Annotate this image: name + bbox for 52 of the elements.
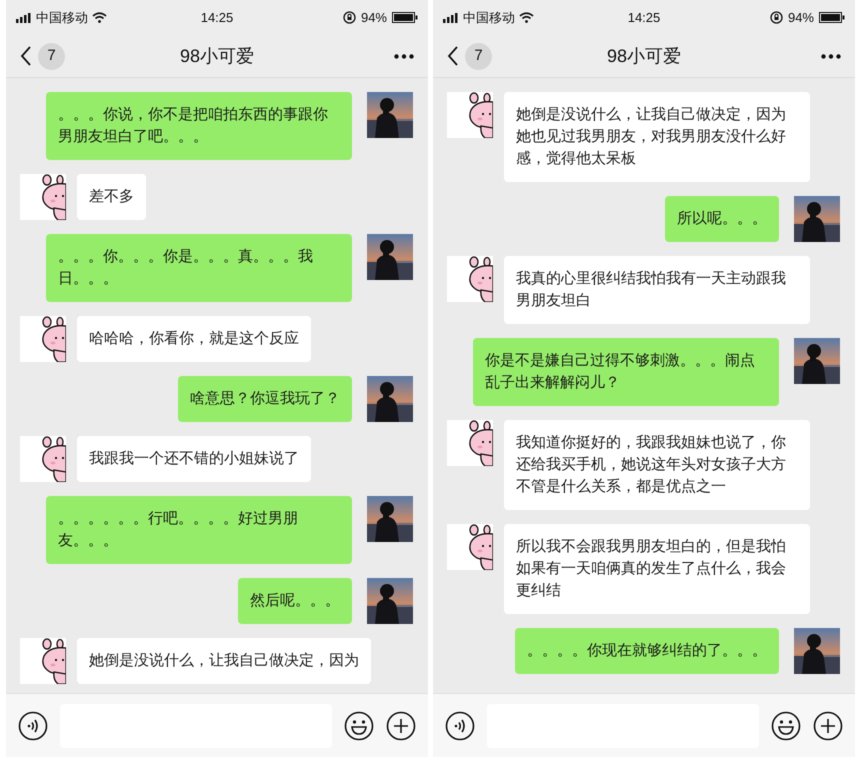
bunny-avatar-icon xyxy=(20,316,66,362)
message-bubble: 然后呢。。。 xyxy=(238,578,352,624)
message-bubble: 我真的心里很纠结我怕我有一天主动跟我男朋友坦白 xyxy=(504,256,810,324)
unread-count-badge: 7 xyxy=(465,42,492,70)
voice-icon[interactable] xyxy=(445,710,475,740)
rotation-lock-icon xyxy=(342,11,356,24)
back-icon[interactable] xyxy=(447,46,459,66)
message-bubble: 所以我不会跟我男朋友坦白的，但是我怕如果有一天咱俩真的发生了点什么，我会更纠结 xyxy=(504,524,810,614)
bunny-avatar-icon xyxy=(447,92,493,138)
battery-percent: 94% xyxy=(360,8,387,27)
message-bubble: 她倒是没说什么，让我自己做决定，因为 xyxy=(77,638,371,684)
message-bubble: 哈哈哈，你看你，就是这个反应 xyxy=(77,316,311,362)
bunny-avatar-icon xyxy=(20,638,66,684)
carrier-label: 中国移动 xyxy=(463,8,515,27)
plus-icon[interactable] xyxy=(813,710,843,740)
plus-icon[interactable] xyxy=(386,710,416,740)
more-icon[interactable] xyxy=(394,54,414,58)
status-time: 14:25 xyxy=(626,8,662,27)
message-bubble: 。。。。。。行吧。。。。好过男朋友。。。 xyxy=(46,496,352,564)
bunny-avatar-icon xyxy=(447,420,493,466)
bunny-avatar-icon xyxy=(447,524,493,570)
message-bubble: 她倒是没说什么，让我自己做决定，因为她也见过我男朋友，对我男朋友没什么好感，觉得他太呆板 xyxy=(504,92,810,182)
signal-icon xyxy=(443,12,459,22)
chat-title: 98小可爱 xyxy=(178,44,256,68)
more-icon[interactable] xyxy=(821,54,841,58)
signal-icon xyxy=(16,12,32,22)
message-bubble: 你是不是嫌自己过得不够刺激。。。闹点乱子出来解解闷儿？ xyxy=(473,338,779,406)
message-bubble: 。。。。你现在就够纠结的了。。。 xyxy=(515,628,779,674)
message-bubble: 我知道你挺好的，我跟我姐妹也说了，你还给我买手机，她说这年头对女孩子大方不管是什么关系，都是优点之一 xyxy=(504,420,810,510)
carrier-label: 中国移动 xyxy=(36,8,88,27)
message-bubble: 啥意思？你逗我玩了？ xyxy=(178,376,352,422)
message-bubble: 所以呢。。。 xyxy=(665,196,779,242)
battery-icon xyxy=(819,12,845,23)
battery-icon xyxy=(392,12,418,23)
bunny-avatar-icon xyxy=(20,436,66,482)
message-bubble: 。。。你。。。你是。。。真。。。我日。。。 xyxy=(46,234,352,302)
unread-count-badge: 7 xyxy=(38,42,65,70)
emoji-icon[interactable] xyxy=(771,710,801,740)
status-time: 14:25 xyxy=(200,8,234,27)
message-bubble: 差不多 xyxy=(77,174,146,220)
rotation-lock-icon xyxy=(770,11,783,24)
message-bubble: 我跟我一个还不错的小姐妹说了 xyxy=(77,436,311,482)
message-bubble: 。。。你说，你不是把咱拍东西的事跟你男朋友坦白了吧。。。 xyxy=(46,92,352,160)
back-icon[interactable] xyxy=(20,46,32,66)
chat-title: 98小可爱 xyxy=(606,44,682,68)
voice-icon[interactable] xyxy=(18,710,48,740)
bunny-avatar-icon xyxy=(20,174,66,220)
battery-percent: 94% xyxy=(788,8,814,27)
bunny-avatar-icon xyxy=(447,256,493,302)
wifi-icon xyxy=(92,12,107,23)
wifi-icon xyxy=(519,12,534,23)
emoji-icon[interactable] xyxy=(344,710,374,740)
